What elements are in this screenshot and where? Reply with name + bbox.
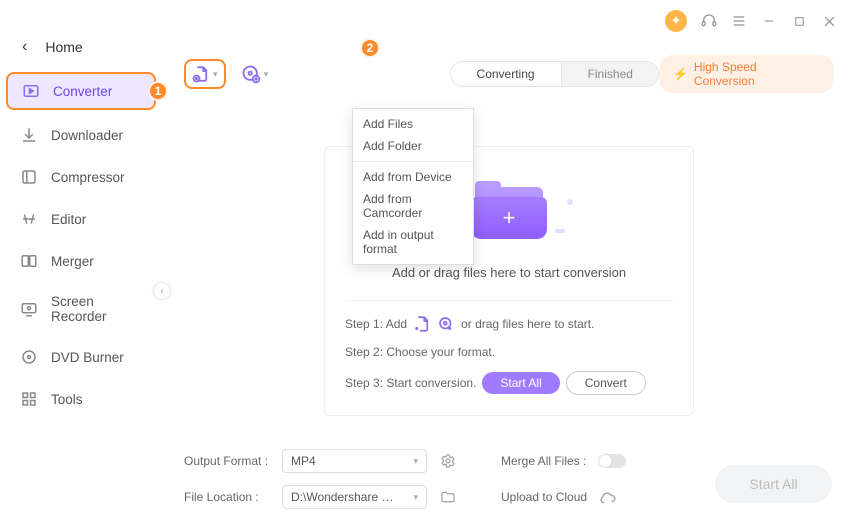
steps: Step 1: Add or drag files here to start.… <box>345 300 673 395</box>
add-dvd-icon[interactable] <box>437 315 455 333</box>
folder-illustration: + <box>467 181 551 245</box>
file-location-select[interactable]: D:\Wondershare UniConverter 1 ▾ <box>282 485 427 509</box>
merge-all-toggle[interactable] <box>598 454 626 468</box>
convert-mini-button[interactable]: Convert <box>566 371 646 395</box>
sidebar-item-label: Converter <box>53 84 112 99</box>
upload-cloud-label: Upload to Cloud <box>501 490 587 504</box>
sidebar-item-label: Downloader <box>51 128 123 143</box>
step-1-prefix: Step 1: Add <box>345 317 407 331</box>
sidebar-item-label: Tools <box>51 392 83 407</box>
minimize-icon[interactable] <box>761 13 777 29</box>
step-2-text: Step 2: Choose your format. <box>345 345 495 359</box>
cloud-icon[interactable] <box>599 488 617 506</box>
tools-icon <box>20 390 38 408</box>
sidebar-item-downloader[interactable]: Downloader <box>6 118 156 152</box>
plus-icon: + <box>503 205 516 231</box>
home-link[interactable]: Home <box>6 38 156 72</box>
start-all-button[interactable]: Start All <box>715 465 832 503</box>
menu-item-add-files[interactable]: Add Files <box>353 113 473 135</box>
compressor-icon <box>20 168 38 186</box>
sidebar-item-converter[interactable]: Converter 1 <box>6 72 156 110</box>
menu-icon[interactable] <box>731 13 747 29</box>
toolbar: ▾ ▾ Converting Finished ⚡ High Speed Con… <box>184 52 834 96</box>
merger-icon <box>20 252 38 270</box>
sidebar-item-tools[interactable]: Tools <box>6 382 156 416</box>
step-1: Step 1: Add or drag files here to start. <box>345 315 673 333</box>
chevron-down-icon: ▾ <box>264 69 269 80</box>
sidebar-item-screen-recorder[interactable]: Screen Recorder <box>6 286 156 332</box>
headset-icon[interactable] <box>701 13 717 29</box>
menu-item-add-folder[interactable]: Add Folder <box>353 135 473 157</box>
chevron-down-icon: ▾ <box>413 456 418 467</box>
merge-label: Merge All Files : <box>501 454 586 468</box>
step-1-suffix: or drag files here to start. <box>461 317 594 331</box>
sidebar-item-compressor[interactable]: Compressor <box>6 160 156 194</box>
file-location-value: D:\Wondershare UniConverter 1 <box>291 490 401 504</box>
converter-icon <box>22 82 40 100</box>
hsc-label: High Speed Conversion <box>694 60 820 88</box>
editor-icon <box>20 210 38 228</box>
home-label: Home <box>45 39 82 55</box>
sidebar-item-label: Editor <box>51 212 86 227</box>
output-format-label: Output Format : <box>184 454 270 468</box>
menu-item-add-from-device[interactable]: Add from Device <box>353 166 473 188</box>
main-panel: 2 ▾ ▾ Converting Finished ⚡ High Speed C… <box>162 42 850 527</box>
downloader-icon <box>20 126 38 144</box>
sidebar-item-label: Compressor <box>51 170 125 185</box>
step-3-text: Step 3: Start conversion. <box>345 376 476 390</box>
sidebar-item-editor[interactable]: Editor <box>6 202 156 236</box>
tab-finished[interactable]: Finished <box>562 62 659 86</box>
drop-text: Add or drag files here to start conversi… <box>392 265 626 280</box>
sidebar-item-dvd-burner[interactable]: DVD Burner <box>6 340 156 374</box>
menu-item-add-in-output-format[interactable]: Add in output format <box>353 224 473 260</box>
tab-converting[interactable]: Converting <box>451 62 562 86</box>
sidebar-item-label: DVD Burner <box>51 350 124 365</box>
screen-recorder-icon <box>20 300 38 318</box>
file-location-label: File Location : <box>184 490 270 504</box>
dvd-burner-icon <box>20 348 38 366</box>
user-avatar[interactable]: ✦ <box>665 10 687 32</box>
chevron-down-icon: ▾ <box>413 492 418 503</box>
back-icon <box>22 38 27 56</box>
callout-2: 2 <box>360 38 380 58</box>
add-files-button[interactable]: ▾ <box>184 59 226 89</box>
menu-item-add-from-camcorder[interactable]: Add from Camcorder <box>353 188 473 224</box>
chevron-down-icon: ▾ <box>213 69 218 80</box>
high-speed-conversion-toggle[interactable]: ⚡ High Speed Conversion <box>659 55 834 93</box>
sidebar: Home Converter 1 Downloader Compressor <box>0 42 162 527</box>
sidebar-item-merger[interactable]: Merger <box>6 244 156 278</box>
titlebar: ✦ <box>0 0 850 42</box>
settings-icon[interactable] <box>439 452 457 470</box>
status-tabs: Converting Finished <box>450 61 659 87</box>
open-folder-icon[interactable] <box>439 488 457 506</box>
add-files-menu: Add Files Add Folder Add from Device Add… <box>352 108 474 265</box>
sidebar-item-label: Screen Recorder <box>51 294 142 324</box>
bolt-icon: ⚡ <box>673 67 688 81</box>
output-format-select[interactable]: MP4 ▾ <box>282 449 427 473</box>
maximize-icon[interactable] <box>791 13 807 29</box>
step-2: Step 2: Choose your format. <box>345 345 673 359</box>
sidebar-item-label: Merger <box>51 254 94 269</box>
start-all-mini-button[interactable]: Start All <box>482 372 559 394</box>
close-icon[interactable] <box>821 13 837 29</box>
add-file-icon[interactable] <box>413 315 431 333</box>
add-dvd-button[interactable]: ▾ <box>240 59 270 89</box>
output-format-value: MP4 <box>291 454 316 468</box>
step-3: Step 3: Start conversion. Start All Conv… <box>345 371 673 395</box>
